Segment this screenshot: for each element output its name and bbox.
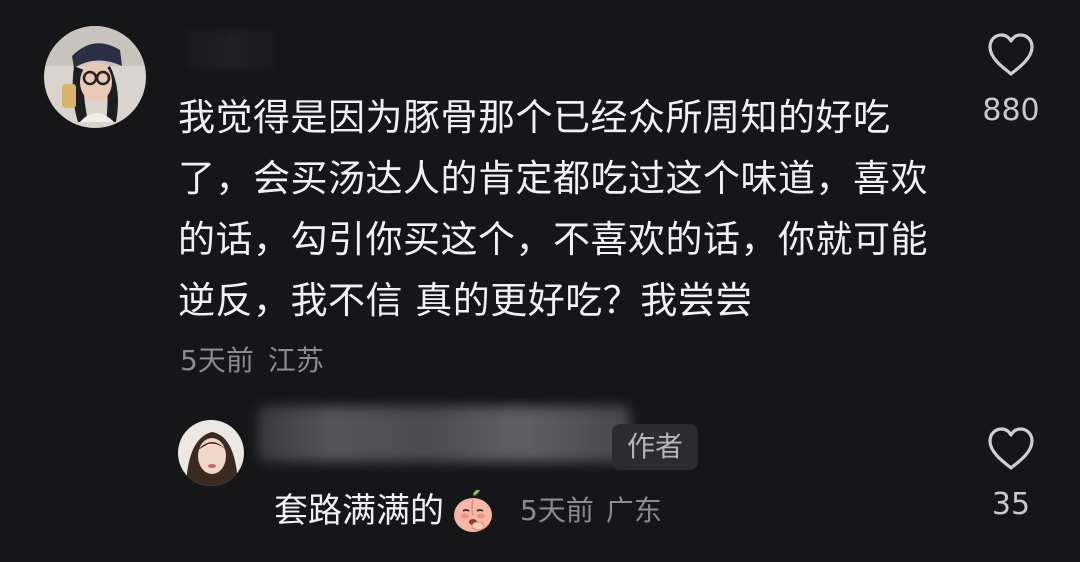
reply-text: 套路满满的 bbox=[274, 491, 444, 531]
heart-outline-icon bbox=[988, 427, 1034, 470]
reply-like-count: 35 bbox=[991, 487, 1031, 522]
comment-meta: 5天前 江苏 bbox=[180, 340, 324, 382]
commenter-avatar[interactable] bbox=[44, 26, 146, 128]
reply-author-avatar[interactable] bbox=[178, 420, 244, 486]
comment-like-button[interactable]: 880 bbox=[966, 32, 1056, 131]
heart-outline-icon bbox=[988, 33, 1034, 76]
reply-meta: 5天前 广东 bbox=[520, 486, 662, 536]
redacted-reply-username bbox=[258, 406, 630, 462]
peach-face-emoji bbox=[454, 489, 492, 532]
comment-text: 我觉得是因为豚骨那个已经众所周知的好吃了，会买汤达人的肯定都吃过这个味道，喜欢的… bbox=[178, 96, 928, 322]
reply-time: 5天前 bbox=[520, 494, 594, 527]
comment-like-count: 880 bbox=[982, 93, 1040, 128]
author-badge: 作者 bbox=[612, 424, 698, 470]
comment-location: 江苏 bbox=[267, 344, 324, 377]
comment-time: 5天前 bbox=[180, 344, 254, 377]
comment-thread: 我觉得是因为豚骨那个已经众所周知的好吃了，会买汤达人的肯定都吃过这个味道，喜欢的… bbox=[0, 0, 1080, 562]
reply-line: 套路满满的 5天前 广东 bbox=[274, 486, 662, 536]
redacted-username bbox=[186, 30, 276, 70]
reply-location: 广东 bbox=[605, 494, 662, 527]
reply-like-button[interactable]: 35 bbox=[966, 426, 1056, 525]
